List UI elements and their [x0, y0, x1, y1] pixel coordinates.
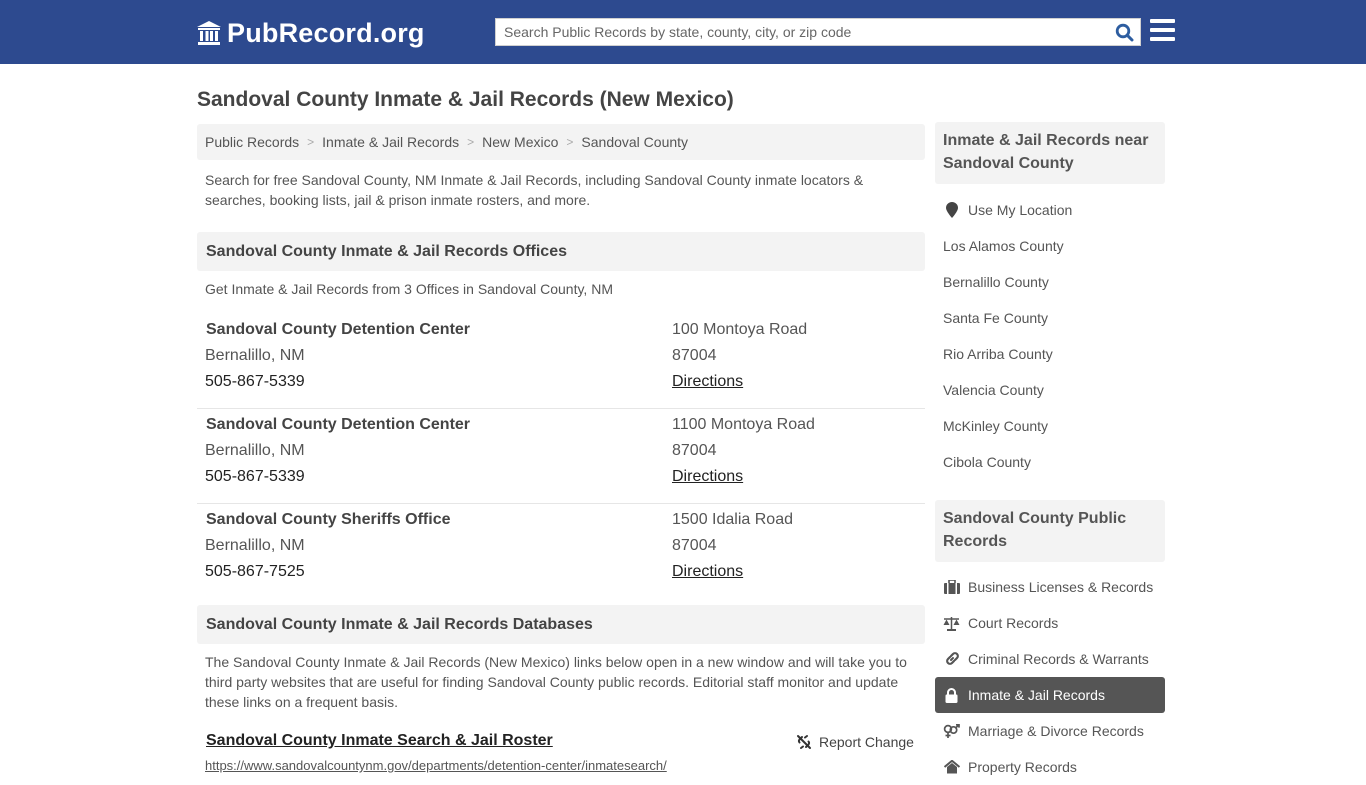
directions-link[interactable]: Directions [672, 563, 743, 581]
nearby-county-link[interactable]: Bernalillo County [935, 264, 1165, 300]
offices-section-title: Sandoval County Inmate & Jail Records Of… [197, 232, 925, 271]
office-zip: 87004 [672, 347, 717, 364]
sidebar-item-inmate-jail-records[interactable]: Inmate & Jail Records [935, 677, 1165, 713]
breadcrumb-inmate-jail-records[interactable]: Inmate & Jail Records [322, 134, 459, 150]
nearby-county-link[interactable]: Rio Arriba County [935, 336, 1165, 372]
sidebar-item-label: Marriage & Divorce Records [968, 723, 1144, 739]
search-bar [495, 18, 1141, 46]
nearby-records-title: Inmate & Jail Records near Sandoval Coun… [935, 122, 1165, 184]
office-card: Sandoval County Detention Center Bernali… [197, 314, 925, 409]
breadcrumb-new-mexico[interactable]: New Mexico [482, 134, 558, 150]
breadcrumb-separator: > [566, 135, 574, 149]
report-change-button[interactable]: Report Change [796, 734, 914, 750]
nearby-county-link[interactable]: Cibola County [935, 444, 1165, 480]
office-phone[interactable]: 505-867-7525 [205, 563, 305, 581]
search-input[interactable] [496, 19, 1106, 45]
breadcrumb-separator: > [307, 135, 315, 149]
databases-intro: The Sandoval County Inmate & Jail Record… [205, 654, 907, 710]
sidebar-item-business-licenses[interactable]: Business Licenses & Records [935, 569, 1165, 605]
office-city: Bernalillo, NM [205, 442, 305, 459]
map-marker-icon [943, 202, 960, 218]
public-records-title: Sandoval County Public Records [935, 500, 1165, 562]
office-city: Bernalillo, NM [205, 537, 305, 554]
scales-icon [943, 615, 960, 631]
office-name: Sandoval County Detention Center [206, 321, 471, 338]
office-address: 1100 Montoya Road [672, 416, 815, 433]
briefcase-icon [943, 579, 960, 595]
hamburger-menu-button[interactable] [1150, 19, 1176, 43]
nearby-county-link[interactable]: Santa Fe County [935, 300, 1165, 336]
office-zip: 87004 [672, 442, 717, 459]
breadcrumb-sandoval-county: Sandoval County [581, 134, 689, 150]
directions-link[interactable]: Directions [672, 468, 743, 486]
use-my-location-link[interactable]: Use My Location [935, 192, 1165, 228]
sidebar-item-label: Criminal Records & Warrants [968, 651, 1149, 667]
nearby-county-link[interactable]: McKinley County [935, 408, 1165, 444]
sidebar-item-label: Court Records [968, 615, 1059, 631]
breadcrumb-separator: > [467, 135, 475, 149]
report-change-label: Report Change [819, 734, 914, 750]
office-address: 1500 Idalia Road [672, 511, 793, 528]
directions-link[interactable]: Directions [672, 373, 743, 391]
sidebar-item-label: Inmate & Jail Records [968, 687, 1105, 703]
office-address: 100 Montoya Road [672, 321, 808, 338]
database-url[interactable]: https://www.sandovalcountynm.gov/departm… [205, 758, 667, 773]
courthouse-icon [197, 21, 221, 45]
home-icon [943, 759, 960, 775]
office-name: Sandoval County Sheriffs Office [206, 511, 451, 528]
databases-section-title: Sandoval County Inmate & Jail Records Da… [197, 605, 925, 644]
breadcrumb-public-records[interactable]: Public Records [205, 134, 299, 150]
site-logo[interactable]: PubRecord.org [196, 17, 425, 49]
breadcrumb: Public Records > Inmate & Jail Records >… [197, 124, 925, 160]
sidebar-item-label: Property Records [968, 759, 1077, 775]
database-link[interactable]: Sandoval County Inmate Search & Jail Ros… [206, 732, 553, 750]
intro-text: Search for free Sandoval County, NM Inma… [205, 172, 864, 208]
search-icon [1115, 23, 1133, 41]
sidebar-item-court-records[interactable]: Court Records [935, 605, 1165, 641]
office-card: Sandoval County Detention Center Bernali… [197, 409, 925, 504]
page-title: Sandoval County Inmate & Jail Records (N… [197, 88, 734, 111]
office-name: Sandoval County Detention Center [206, 416, 471, 433]
nearby-county-link[interactable]: Los Alamos County [935, 228, 1165, 264]
top-navbar: PubRecord.org [0, 0, 1366, 64]
use-my-location-label: Use My Location [968, 202, 1073, 218]
lock-icon [943, 687, 960, 703]
office-phone[interactable]: 505-867-5339 [205, 468, 305, 486]
broken-link-icon [797, 735, 811, 749]
hamburger-icon [1150, 19, 1175, 23]
gender-icon [943, 723, 960, 739]
office-card: Sandoval County Sheriffs Office Bernalil… [197, 504, 925, 599]
search-button[interactable] [1112, 21, 1136, 43]
sidebar-item-criminal-records[interactable]: Criminal Records & Warrants [935, 641, 1165, 677]
logo-text: PubRecord.org [227, 17, 425, 48]
sidebar-item-label: Business Licenses & Records [968, 579, 1154, 595]
nearby-county-link[interactable]: Valencia County [935, 372, 1165, 408]
offices-subtitle: Get Inmate & Jail Records from 3 Offices… [205, 281, 613, 297]
sidebar-item-property-records[interactable]: Property Records [935, 749, 1165, 785]
sidebar-item-marriage-divorce[interactable]: Marriage & Divorce Records [935, 713, 1165, 749]
link-icon [943, 651, 960, 667]
office-phone[interactable]: 505-867-5339 [205, 373, 305, 391]
office-zip: 87004 [672, 537, 717, 554]
office-city: Bernalillo, NM [205, 347, 305, 364]
